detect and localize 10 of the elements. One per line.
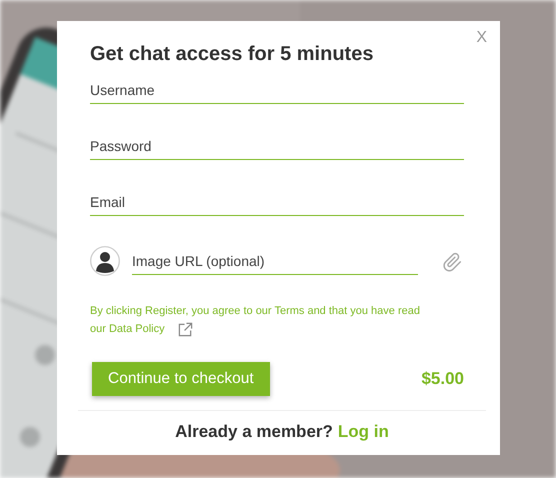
dialog-title: Get chat access for 5 minutes bbox=[90, 43, 374, 66]
price: $5.00 bbox=[421, 369, 464, 389]
policy-notice[interactable]: By clicking Register, you agree to our Terms and that you have read our Data Policy bbox=[90, 302, 426, 338]
paperclip-icon[interactable] bbox=[442, 250, 464, 272]
checkout-button[interactable]: Continue to checkout bbox=[92, 362, 270, 396]
login-link[interactable]: Log in bbox=[338, 422, 389, 441]
external-link-icon[interactable] bbox=[178, 322, 193, 337]
close-button[interactable]: X bbox=[476, 29, 487, 47]
avatar-icon bbox=[90, 246, 120, 276]
member-prompt: Already a member? bbox=[175, 422, 333, 441]
